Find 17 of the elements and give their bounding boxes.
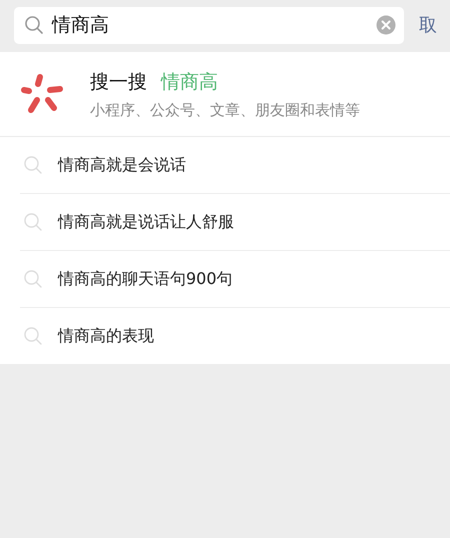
sparkle-logo-icon — [20, 72, 64, 116]
search-query-value: 情商高 — [52, 13, 110, 38]
suggestion-item[interactable]: 情商高就是会说话 — [20, 137, 450, 194]
suggestion-item[interactable]: 情商高就是说话让人舒服 — [20, 194, 450, 251]
search-icon — [23, 212, 43, 232]
suggestion-item[interactable]: 情商高的聊天语句900句 — [20, 251, 450, 308]
search-one-subtitle: 小程序、公众号、文章、朋友圈和表情等 — [90, 100, 360, 120]
search-icon — [23, 326, 43, 346]
search-icon — [23, 155, 43, 175]
search-icon — [24, 15, 44, 35]
search-field[interactable]: 情商高 — [14, 6, 404, 44]
cancel-link[interactable]: 取 — [419, 13, 437, 37]
clear-icon[interactable] — [376, 15, 396, 35]
search-one-title: 搜一搜 — [90, 70, 147, 94]
search-icon — [23, 269, 43, 289]
search-query-text: 情商高 — [161, 70, 218, 94]
suggestion-item[interactable]: 情商高的表现 — [20, 308, 450, 364]
